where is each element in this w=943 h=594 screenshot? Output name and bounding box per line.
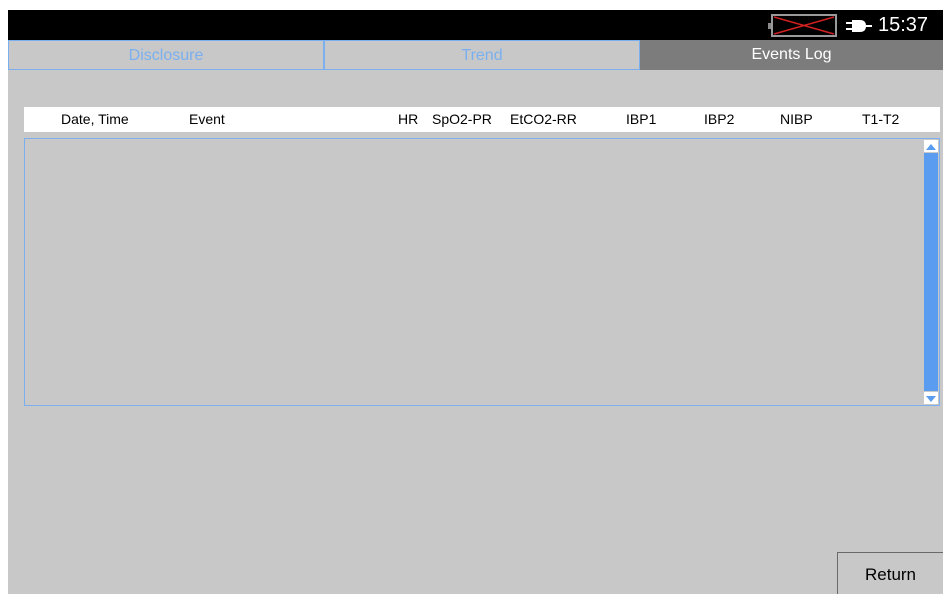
column-header-nibp: NIBP xyxy=(780,111,813,127)
status-bar: 15:37 xyxy=(8,10,943,40)
column-header-t1-t2: T1-T2 xyxy=(862,111,900,127)
tab-events-log[interactable]: Events Log xyxy=(640,40,943,70)
scrollbar-thumb[interactable] xyxy=(924,153,938,391)
clock: 15:37 xyxy=(878,14,929,36)
column-header-spo2-pr: SpO2-PR xyxy=(432,111,492,127)
events-table-body[interactable] xyxy=(24,138,940,406)
power-plug-icon xyxy=(846,19,872,33)
events-table-header: Date, Time Event HR SpO2-PR EtCO2-RR IBP… xyxy=(24,107,940,132)
tab-disclosure[interactable]: Disclosure xyxy=(8,40,324,70)
column-header-ibp2: IBP2 xyxy=(704,111,735,127)
column-header-date-time: Date, Time xyxy=(61,111,129,127)
column-header-ibp1: IBP1 xyxy=(626,111,657,127)
tab-trend[interactable]: Trend xyxy=(324,40,640,70)
scroll-down-arrow-icon[interactable] xyxy=(924,392,938,404)
scroll-up-arrow-icon[interactable] xyxy=(924,140,938,152)
column-header-etco2-rr: EtCO2-RR xyxy=(510,111,577,127)
vertical-scrollbar[interactable] xyxy=(923,139,939,405)
column-header-hr: HR xyxy=(398,111,419,127)
monitor-screen: 15:37 Disclosure Trend Events Log Date, … xyxy=(8,10,943,594)
battery-disconnected-icon xyxy=(768,14,838,37)
column-header-event: Event xyxy=(189,111,225,127)
tab-bar: Disclosure Trend Events Log xyxy=(8,40,943,70)
return-button[interactable]: Return xyxy=(837,552,943,594)
